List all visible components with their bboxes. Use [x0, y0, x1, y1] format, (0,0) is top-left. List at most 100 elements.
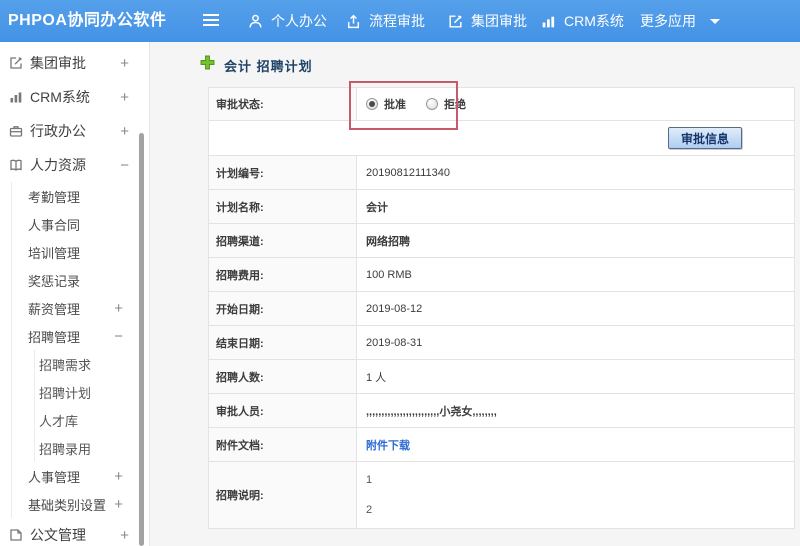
sidebar-item-recruit-hire[interactable]: 招聘录用	[35, 434, 149, 462]
field-label: 审批人员:	[208, 393, 357, 428]
sidebar-item-label: CRM系统	[30, 89, 90, 105]
nav-label: 个人办公	[271, 13, 327, 29]
sidebar-item-hr[interactable]: 人力资源 −	[0, 148, 149, 182]
sidebar-item-label: 公文管理	[30, 527, 86, 543]
nav-process-approval[interactable]: 流程审批	[345, 0, 425, 42]
collapse-minus-icon[interactable]: −	[114, 329, 123, 344]
topbar: PHPOA协同办公软件 个人办公 流程审批 集团审批 CRM系统 更多应用	[0, 0, 800, 42]
description-line: 2	[366, 503, 373, 516]
person-icon	[247, 13, 264, 30]
table-row: 招聘说明: 1 2	[208, 461, 795, 529]
field-label: 结束日期:	[208, 325, 357, 360]
field-value: ,,,,,,,,,,,,,,,,,,,,,,,,小尧女,,,,,,,,	[356, 393, 795, 428]
recruit-plan-form: 审批状态: 批准 拒绝 审批信息 计划编号: 20190812111340 计划…	[208, 87, 795, 529]
nav-label: 集团审批	[471, 13, 527, 29]
page-title: 会计 招聘计划	[200, 55, 313, 75]
app-window: PHPOA协同办公软件 个人办公 流程审批 集团审批 CRM系统 更多应用 集团…	[0, 0, 800, 546]
table-row: 审批信息	[208, 120, 795, 156]
table-row: 审批状态: 批准 拒绝	[208, 87, 795, 121]
edit-square-icon	[8, 55, 24, 71]
sidebar-item-group-approval[interactable]: 集团审批 +	[0, 46, 149, 80]
field-label: 审批状态:	[208, 87, 357, 121]
expand-plus-icon[interactable]: +	[114, 497, 123, 512]
table-row: 审批人员: ,,,,,,,,,,,,,,,,,,,,,,,,小尧女,,,,,,,…	[208, 393, 795, 428]
sidebar-item-attendance[interactable]: 考勤管理	[12, 182, 149, 210]
field-label: 开始日期:	[208, 291, 357, 326]
field-label: 招聘费用:	[208, 257, 357, 292]
nav-personal-office[interactable]: 个人办公	[247, 0, 327, 42]
recruit-submenu: 招聘需求 招聘计划 人才库 招聘录用	[34, 350, 149, 462]
nav-label: CRM系统	[564, 13, 624, 29]
expand-plus-icon[interactable]: +	[120, 528, 129, 543]
radio-approve[interactable]	[366, 98, 378, 110]
sidebar: 集团审批 + CRM系统 + 行政办公 + 人力资源 − 考勤管理 人事合同 培…	[0, 42, 150, 546]
expand-plus-icon[interactable]: +	[120, 90, 129, 105]
caret-down-icon	[710, 18, 720, 24]
expand-plus-icon[interactable]: +	[120, 124, 129, 139]
nav-label: 更多应用	[640, 13, 696, 29]
sidebar-item-recruit-plan[interactable]: 招聘计划	[35, 378, 149, 406]
hamburger-menu-icon[interactable]	[203, 14, 219, 26]
sidebar-item-label: 集团审批	[30, 55, 86, 71]
sidebar-item-label: 人力资源	[30, 157, 86, 173]
document-icon	[8, 527, 24, 543]
field-value: 2019-08-31	[356, 325, 795, 360]
main-content: 会计 招聘计划 审批状态: 批准 拒绝 审批信息 计划编号: 201908121…	[151, 42, 800, 546]
table-row: 招聘渠道: 网络招聘	[208, 223, 795, 258]
field-value: 20190812111340	[356, 155, 795, 190]
bar-chart-icon	[8, 89, 24, 105]
sidebar-item-training[interactable]: 培训管理	[12, 238, 149, 266]
field-label: 招聘渠道:	[208, 223, 357, 258]
table-row: 开始日期: 2019-08-12	[208, 291, 795, 326]
nav-more-apps[interactable]: 更多应用	[640, 0, 720, 42]
sidebar-item-document-mgmt[interactable]: 公文管理 +	[0, 518, 149, 546]
field-label: 计划编号:	[208, 155, 357, 190]
sidebar-item-recruit-mgmt[interactable]: 招聘管理 −	[12, 322, 149, 350]
sidebar-item-reward-punishment[interactable]: 奖惩记录	[12, 266, 149, 294]
approval-status-radio-group: 批准 拒绝	[366, 96, 794, 112]
approve-info-button[interactable]: 审批信息	[667, 127, 742, 149]
sidebar-item-base-category[interactable]: 基础类别设置 +	[12, 490, 149, 518]
sidebar-scrollbar-thumb[interactable]	[139, 133, 144, 546]
nav-label: 流程审批	[369, 13, 425, 29]
field-value: 网络招聘	[356, 223, 795, 258]
field-label: 招聘说明:	[208, 461, 357, 529]
sidebar-item-talent-pool[interactable]: 人才库	[35, 406, 149, 434]
field-label: 招聘人数:	[208, 359, 357, 394]
radio-reject-label: 拒绝	[444, 99, 466, 111]
nav-crm-system[interactable]: CRM系统	[540, 0, 624, 42]
description-line: 1	[366, 473, 373, 486]
field-label: 附件文档:	[208, 427, 357, 462]
attachment-download-link[interactable]: 附件下载	[366, 440, 410, 452]
sidebar-item-recruit-demand[interactable]: 招聘需求	[35, 350, 149, 378]
app-logo: PHPOA协同办公软件	[8, 12, 167, 29]
expand-plus-icon[interactable]: +	[114, 469, 123, 484]
upload-icon	[345, 13, 362, 30]
field-value: 会计	[356, 189, 795, 224]
hr-submenu: 考勤管理 人事合同 培训管理 奖惩记录 薪资管理 + 招聘管理 − 招聘需求 招…	[11, 182, 149, 518]
collapse-minus-icon[interactable]: −	[120, 158, 129, 173]
expand-plus-icon[interactable]: +	[114, 301, 123, 316]
sidebar-item-hr-contract[interactable]: 人事合同	[12, 210, 149, 238]
nav-group-approval[interactable]: 集团审批	[447, 0, 527, 42]
field-value: 1 人	[356, 359, 795, 394]
table-row: 附件文档: 附件下载	[208, 427, 795, 462]
radio-approve-label: 批准	[384, 99, 406, 111]
table-row: 招聘人数: 1 人	[208, 359, 795, 394]
briefcase-icon	[8, 123, 24, 139]
table-row: 招聘费用: 100 RMB	[208, 257, 795, 292]
sidebar-item-label: 行政办公	[30, 123, 86, 139]
book-icon	[8, 157, 24, 173]
edit-square-icon	[447, 13, 464, 30]
field-value: 100 RMB	[356, 257, 795, 292]
sidebar-item-salary[interactable]: 薪资管理 +	[12, 294, 149, 322]
sidebar-item-personnel-mgmt[interactable]: 人事管理 +	[12, 462, 149, 490]
table-row: 计划编号: 20190812111340	[208, 155, 795, 190]
sidebar-item-admin-office[interactable]: 行政办公 +	[0, 114, 149, 148]
plus-icon	[200, 55, 215, 75]
field-label: 计划名称:	[208, 189, 357, 224]
expand-plus-icon[interactable]: +	[120, 56, 129, 71]
radio-reject[interactable]	[426, 98, 438, 110]
sidebar-item-crm[interactable]: CRM系统 +	[0, 80, 149, 114]
field-value: 2019-08-12	[356, 291, 795, 326]
